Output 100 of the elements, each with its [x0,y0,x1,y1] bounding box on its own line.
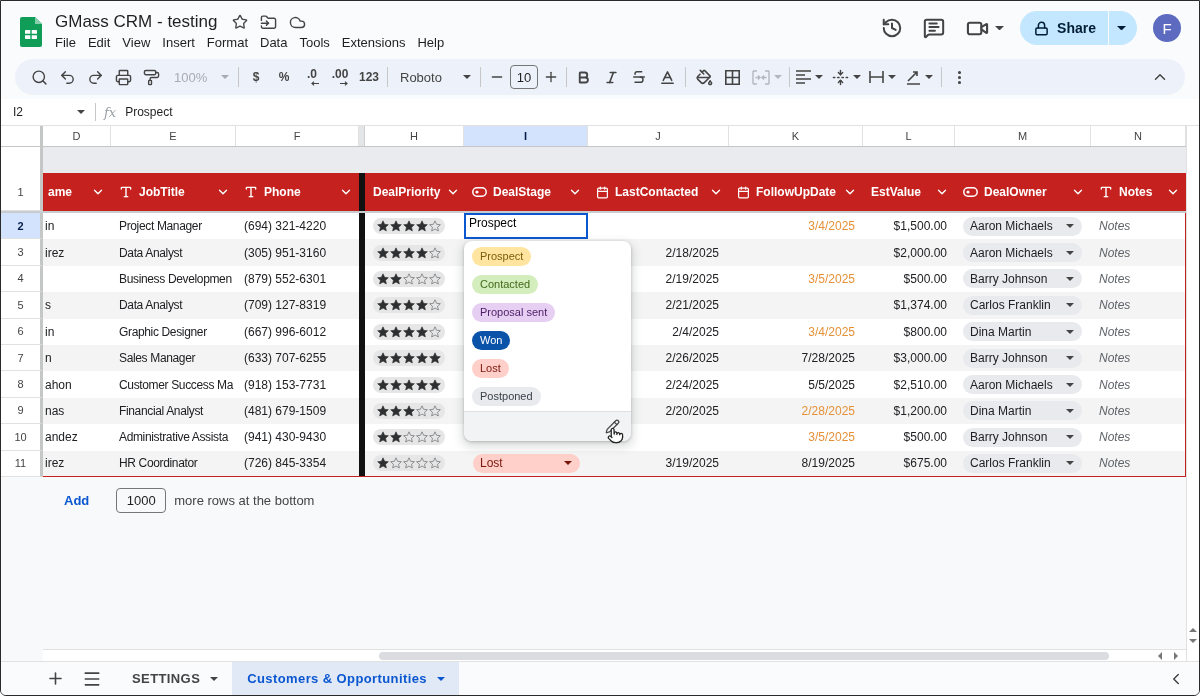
increase-decimal-button[interactable]: .00 [326,64,354,90]
menu-item[interactable]: Format [200,34,254,50]
row-number[interactable]: 3 [1,239,43,266]
owner-dropdown[interactable]: Dina Martin [963,322,1082,342]
scroll-up-icon[interactable] [1189,628,1197,632]
row-number[interactable]: 6 [1,318,43,345]
row-number[interactable]: 8 [1,371,43,398]
undo-icon[interactable] [58,68,76,86]
vertical-align-icon[interactable] [831,68,849,86]
share-options-button[interactable] [1109,11,1137,45]
owner-dropdown[interactable]: Aaron Michaels [963,216,1082,236]
star-rating[interactable] [377,272,441,285]
row-number[interactable]: 9 [1,397,43,425]
star-rating[interactable] [377,246,441,259]
folder-icon[interactable] [260,13,278,31]
menu-item[interactable]: View [116,34,157,50]
font-size-field[interactable]: 10 [510,65,538,89]
pencil-icon[interactable] [605,419,620,434]
row-number[interactable]: 2 [1,213,43,240]
account-avatar[interactable]: F [1153,14,1181,42]
strikethrough-icon[interactable] [631,69,647,85]
text-wrap-icon[interactable] [868,70,884,84]
menu-item[interactable]: Edit [81,34,117,50]
owner-dropdown[interactable]: Carlos Franklin [963,453,1082,473]
table-cell: in [45,324,55,339]
vertical-scrollbar[interactable] [1186,126,1199,661]
scroll-down-icon[interactable] [1189,639,1197,643]
text-color-icon[interactable] [658,68,676,86]
row-number[interactable]: 5 [1,292,43,319]
menu-item[interactable]: Insert [156,34,201,50]
star-rating[interactable] [377,457,441,470]
add-sheet-icon[interactable] [46,669,65,688]
paint-format-icon[interactable] [142,68,160,86]
spreadsheet-logo-icon[interactable] [20,17,42,47]
row-number[interactable]: 10 [1,424,43,451]
add-rows-link[interactable]: Add [64,492,90,508]
cell-reference-field[interactable]: I2 [1,101,93,123]
star-outline-icon [390,457,402,470]
star-rating[interactable] [377,378,441,391]
column-title: FollowUpDate [756,185,836,199]
owner-dropdown[interactable]: Barry Johnson [963,269,1082,289]
fill-color-icon[interactable] [695,68,713,86]
owner-dropdown[interactable]: Barry Johnson [963,348,1082,368]
italic-icon[interactable] [603,69,619,85]
currency-format-button[interactable]: $ [242,64,270,90]
menu-item[interactable]: File [49,34,82,50]
scroll-left-icon[interactable] [1158,651,1162,660]
owner-dropdown[interactable]: Carlos Franklin [963,295,1082,315]
stage-option[interactable]: Postponed [472,386,541,406]
cell-editor-field[interactable]: Prospect [464,213,588,240]
stage-option[interactable]: Lost [472,358,509,378]
column-header[interactable]: I [464,126,588,146]
menu-item[interactable]: Extensions [335,34,412,50]
comment-icon[interactable] [923,17,946,39]
row-number[interactable]: 11 [1,450,43,477]
scroll-right-icon[interactable] [1174,651,1178,660]
star-rating[interactable] [377,404,441,417]
percent-format-button[interactable]: % [270,64,298,90]
owner-dropdown[interactable]: Dina Martin [963,401,1082,421]
horizontal-scrollbar[interactable] [43,649,1186,661]
text-rotation-icon[interactable] [905,69,921,85]
number-format-button[interactable]: 123 [354,64,384,90]
share-button[interactable]: Share [1020,11,1108,45]
row-number[interactable]: 4 [1,265,43,293]
star-rating[interactable] [377,220,441,233]
star-rating[interactable] [377,431,441,444]
printer-icon[interactable] [114,68,132,86]
borders-icon[interactable] [724,69,740,85]
font-select[interactable]: Roboto [391,64,477,90]
stage-option[interactable]: Proposal sent [472,302,556,322]
row-number[interactable]: 1 [1,173,43,211]
sheet-tab[interactable]: Customers & Opportunities [232,662,459,695]
star-rating[interactable] [377,352,441,365]
owner-dropdown[interactable]: Aaron Michaels [963,375,1082,395]
menu-item[interactable]: Data [254,34,294,50]
history-icon[interactable] [881,17,904,39]
owner-dropdown[interactable]: Aaron Michaels [963,243,1082,263]
align-left-icon[interactable] [796,70,811,84]
menu-item[interactable]: Help [411,34,451,50]
scrollbar-thumb[interactable] [379,651,1109,660]
stage-option[interactable]: Contacted [472,274,539,294]
row-number[interactable]: 7 [1,344,43,372]
menu-item[interactable]: Tools [293,34,336,50]
star-rating[interactable] [377,325,441,338]
search-icon[interactable] [30,68,48,86]
stage-option[interactable]: Prospect [472,246,532,266]
owner-dropdown[interactable]: Barry Johnson [963,427,1082,447]
plus-icon[interactable] [543,69,559,85]
decrease-decimal-button[interactable]: .0 [298,64,326,90]
stage-dropdown[interactable]: Lost [473,453,580,473]
sheet-tab[interactable]: SETTINGS [117,662,233,695]
table-cell: (694) 321-4220 [244,219,327,234]
star-icon[interactable] [232,14,249,30]
redo-icon[interactable] [86,68,104,86]
stage-option[interactable]: Won [472,330,511,350]
table-cell: 3/4/2025 [808,219,855,234]
star-rating[interactable] [377,299,441,312]
table-cell: (726) 845-3354 [244,456,327,471]
row-count-field[interactable]: 1000 [116,487,167,513]
formula-input[interactable]: Prospect [125,101,1199,123]
